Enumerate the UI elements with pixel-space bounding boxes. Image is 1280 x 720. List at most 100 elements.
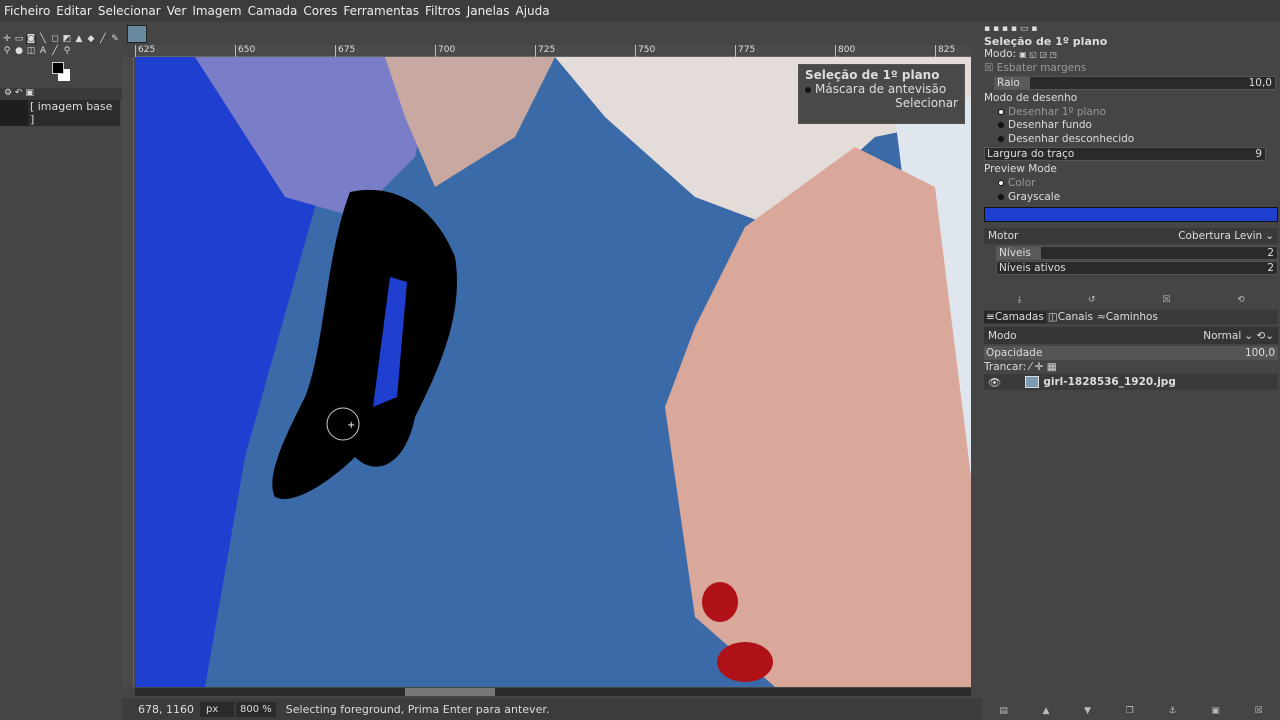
- draw-mode-foreground[interactable]: Desenhar 1º plano: [984, 105, 1278, 119]
- text-tool-icon[interactable]: A: [38, 46, 48, 56]
- feather-label: Esbater margens: [996, 62, 1087, 74]
- tab-channels[interactable]: ◫Canais: [1046, 311, 1095, 323]
- menu-image[interactable]: Imagem: [192, 4, 241, 18]
- image-tab[interactable]: [127, 25, 147, 43]
- visibility-eye-icon[interactable]: 👁: [988, 376, 1001, 389]
- tab-paths[interactable]: ≈Caminhos: [1095, 311, 1160, 323]
- menu-edit[interactable]: Editar: [56, 4, 92, 18]
- smudge-tool-icon[interactable]: ●: [14, 46, 24, 56]
- transform-tool-icon[interactable]: ◩: [62, 34, 72, 44]
- image-canvas[interactable]: +: [135, 57, 971, 687]
- lower-icon[interactable]: ▼: [1084, 706, 1091, 716]
- engine-select[interactable]: Motor Cobertura Levin ⌄: [984, 228, 1278, 244]
- active-levels-value[interactable]: 2: [1267, 262, 1277, 274]
- foreground-select-overlay: Seleção de 1º plano Máscara de antevisão…: [798, 64, 965, 124]
- warp-tool-icon[interactable]: ▲: [74, 34, 84, 44]
- svg-text:+: +: [347, 420, 355, 431]
- horizontal-scrollbar[interactable]: [135, 688, 971, 696]
- mode-buttons[interactable]: ▣ ◱ ◲ ◳: [1019, 50, 1057, 59]
- radius-value[interactable]: 10,0: [1249, 77, 1275, 89]
- image-content: +: [135, 57, 971, 687]
- move-tool-icon[interactable]: ✛: [2, 34, 12, 44]
- preview-color-radio[interactable]: Color: [984, 176, 1278, 190]
- status-message: Selecting foreground, Prima Enter para a…: [285, 702, 550, 716]
- tab-layers[interactable]: ≡Camadas: [984, 311, 1046, 323]
- radio-label: Desenhar 1º plano: [1008, 106, 1106, 118]
- airbrush-tool-icon[interactable]: ✎: [110, 34, 120, 44]
- mask-icon[interactable]: ▣: [1211, 706, 1220, 716]
- draw-mode-background[interactable]: Desenhar fundo: [984, 118, 1278, 132]
- picker-tool-icon[interactable]: ╱: [50, 46, 60, 56]
- layer-name[interactable]: girl-1828536_1920.jpg: [1043, 376, 1176, 388]
- radius-label: Raio: [995, 77, 1030, 89]
- menu-help[interactable]: Ajuda: [516, 4, 550, 18]
- reset-icon[interactable]: ⟲: [1237, 295, 1245, 305]
- opacity-label: Opacidade: [986, 347, 1043, 359]
- layer-mode-select[interactable]: Modo Normal ⌄ ⟲⌄: [984, 327, 1278, 344]
- stroke-width-spinner[interactable]: Largura do traço 9: [984, 147, 1266, 161]
- ruler-label: 625: [135, 45, 155, 57]
- draw-mode-unknown[interactable]: Desenhar desconhecido: [984, 132, 1278, 146]
- engine-value[interactable]: Cobertura Levin: [1178, 230, 1265, 242]
- stroke-value[interactable]: 9: [1255, 148, 1265, 160]
- draw-mode-label: Modo de desenho: [984, 92, 1078, 104]
- clone-tool-icon[interactable]: ⚲: [2, 46, 12, 56]
- layer-mode-value[interactable]: Normal: [1203, 330, 1244, 342]
- save-preset-icon[interactable]: ⤓: [1017, 295, 1021, 305]
- unit-select[interactable]: px: [200, 701, 234, 717]
- align-tool-icon[interactable]: ▭: [14, 34, 24, 44]
- horizontal-ruler: 625 650 675 700 725 750 775 800 825: [135, 45, 971, 57]
- menu-filters[interactable]: Filtros: [425, 4, 461, 18]
- layer-row[interactable]: 👁 girl-1828536_1920.jpg: [984, 374, 1278, 390]
- menu-select[interactable]: Selecionar: [98, 4, 161, 18]
- select-button[interactable]: Selecionar: [895, 96, 958, 110]
- lock-icons[interactable]: ⁄ ✛ ▦: [1026, 361, 1056, 373]
- foreground-select-tool-icon[interactable]: ◙: [26, 34, 36, 44]
- radio-label: Desenhar fundo: [1008, 119, 1092, 131]
- radio-label: Grayscale: [1008, 191, 1061, 203]
- image-thumbnail: [0, 100, 28, 126]
- opacity-value[interactable]: 100,0: [1245, 347, 1278, 359]
- ruler-label: 750: [635, 45, 655, 57]
- zoom-tool-icon[interactable]: ⚲: [62, 46, 72, 56]
- image-list-item[interactable]: [ imagem base ]: [0, 100, 120, 126]
- ruler-label: 650: [235, 45, 255, 57]
- active-levels-spinner[interactable]: Níveis ativos 2: [996, 261, 1278, 275]
- duplicate-icon[interactable]: ❐: [1126, 706, 1134, 716]
- menu-tools[interactable]: Ferramentas: [343, 4, 419, 18]
- menu-windows[interactable]: Janelas: [467, 4, 510, 18]
- levels-label: Níveis: [997, 247, 1041, 259]
- levels-spinner[interactable]: Níveis 2: [996, 246, 1278, 260]
- radius-spinner[interactable]: Raio 10,0: [994, 76, 1276, 90]
- menu-colors[interactable]: Cores: [303, 4, 337, 18]
- menu-file[interactable]: Ficheiro: [4, 4, 50, 18]
- delete-layer-icon[interactable]: ☒: [1255, 706, 1263, 716]
- zoom-select[interactable]: 800 %: [236, 701, 276, 717]
- tool-options-actions: ⤓ ↺ ☒ ⟲: [984, 293, 1278, 307]
- crop-tool-icon[interactable]: ◻: [50, 34, 60, 44]
- bucket-tool-icon[interactable]: ◆: [86, 34, 96, 44]
- preview-color-button[interactable]: [984, 207, 1278, 222]
- new-layer-icon[interactable]: ▤: [999, 706, 1008, 716]
- delete-icon[interactable]: ☒: [1162, 295, 1170, 305]
- menu-layer[interactable]: Camada: [248, 4, 298, 18]
- mode-row: Modo: ▣ ◱ ◲ ◳: [984, 47, 1278, 61]
- opacity-spinner[interactable]: Opacidade 100,0: [984, 346, 1278, 360]
- feather-checkbox[interactable]: ☒ Esbater margens: [984, 61, 1278, 75]
- raise-icon[interactable]: ▲: [1043, 706, 1050, 716]
- overlay-title: Seleção de 1º plano: [805, 68, 940, 82]
- anchor-icon[interactable]: ⚓: [1169, 706, 1177, 716]
- images-tabs: ⚙ ↶ ▣: [0, 88, 122, 100]
- preview-grayscale-radio[interactable]: Grayscale: [984, 190, 1278, 204]
- ruler-label: 775: [735, 45, 755, 57]
- scroll-thumb[interactable]: [405, 688, 495, 696]
- foreground-color[interactable]: [52, 62, 64, 74]
- restore-icon[interactable]: ↺: [1088, 295, 1096, 305]
- path-tool-icon[interactable]: ◫: [26, 46, 36, 56]
- menu-view[interactable]: Ver: [167, 4, 187, 18]
- levels-value[interactable]: 2: [1267, 247, 1277, 259]
- engine-label: Motor: [988, 230, 1019, 242]
- pencil-tool-icon[interactable]: ╱: [98, 34, 108, 44]
- preview-mask-toggle[interactable]: [805, 87, 811, 93]
- measure-tool-icon[interactable]: ╲: [38, 34, 48, 44]
